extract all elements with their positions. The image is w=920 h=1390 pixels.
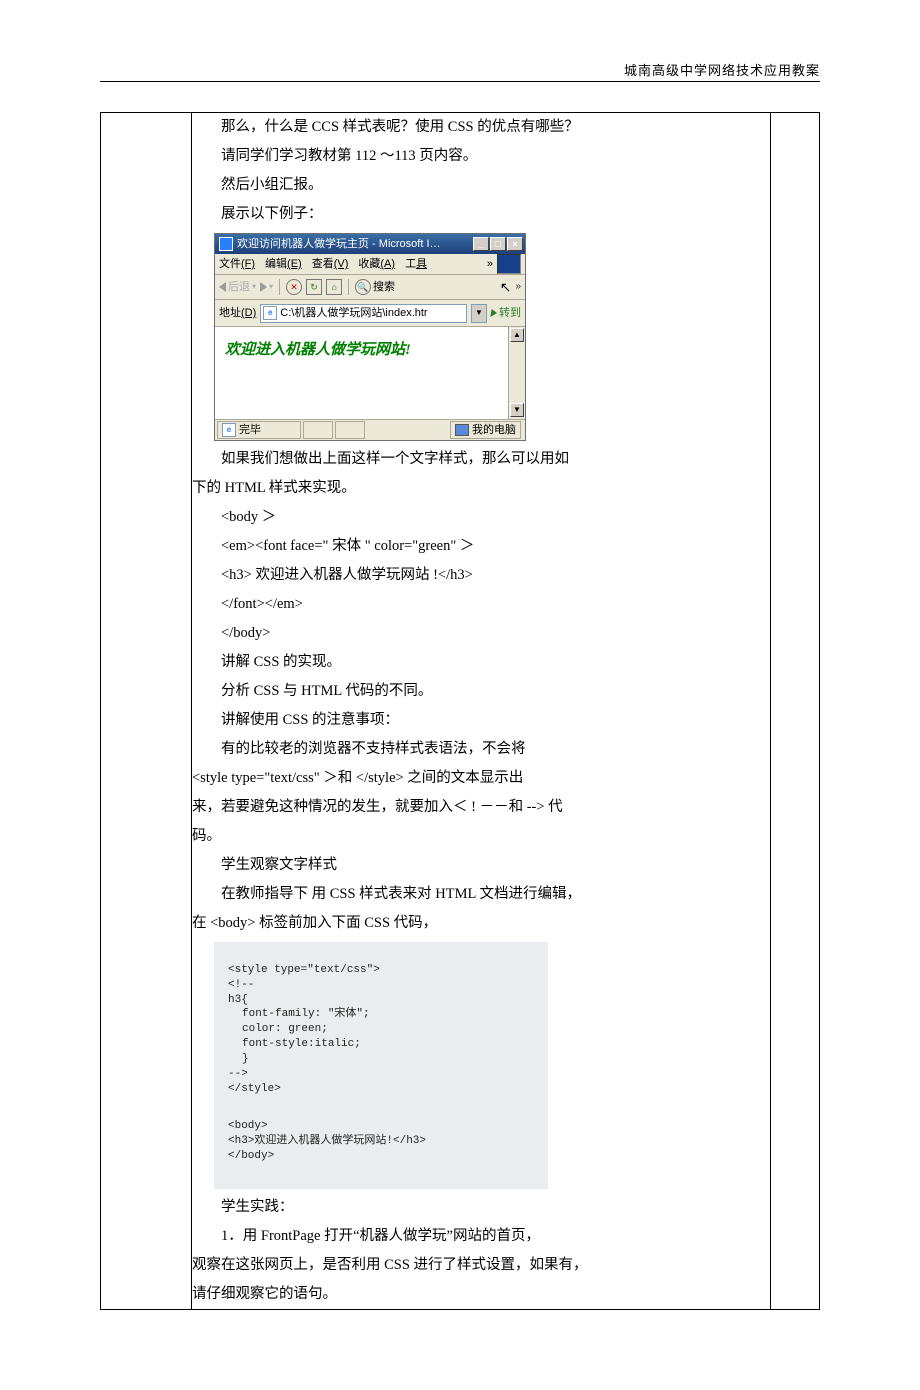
col-right [771, 113, 820, 1310]
code-line: <style type="text/css"> [228, 964, 380, 976]
code-line: </body> [228, 1150, 274, 1162]
paragraph: 讲解使用 CSS 的注意事项： [192, 706, 770, 735]
code-line: h3{ [228, 994, 248, 1006]
code-line: <h3> 欢迎进入机器人做学玩网站 !</h3> [192, 561, 770, 590]
paragraph: 在教师指导下 用 CSS 样式表来对 HTML 文档进行编辑， [192, 880, 770, 909]
code-line: } [228, 1052, 249, 1067]
paragraph: 分析 CSS 与 HTML 代码的不同。 [192, 677, 770, 706]
ie-content-area: 欢迎进入机器人做学玩网站! ▲ ▼ [215, 327, 525, 420]
paragraph: 然后小组汇报。 [192, 171, 770, 200]
arrow-right-icon [260, 282, 267, 292]
stop-icon[interactable]: ✕ [286, 279, 302, 295]
paragraph: 码。 [192, 822, 770, 851]
code-line: </style> [228, 1083, 281, 1095]
welcome-heading: 欢迎进入机器人做学玩网站! [225, 335, 515, 365]
separator [348, 279, 349, 295]
menu-view[interactable]: 查看(V) [312, 253, 349, 275]
close-button[interactable]: × [507, 237, 523, 251]
address-label: 地址(D) [219, 302, 256, 324]
address-input[interactable]: e C:\机器人做学玩网站\index.htr [260, 304, 467, 323]
col-left [101, 113, 192, 1310]
code-line: <!-- [228, 979, 254, 991]
paragraph: 观察在这张网页上，是否利用 CSS 进行了样式设置，如果有， [192, 1251, 770, 1280]
ie-address-bar: 地址(D) e C:\机器人做学玩网站\index.htr ▼ 转到 [215, 300, 525, 327]
home-icon[interactable]: ⌂ [326, 279, 342, 295]
scroll-up-icon[interactable]: ▲ [510, 328, 524, 342]
paragraph: 讲解 CSS 的实现。 [192, 648, 770, 677]
ie-window: 欢迎访问机器人做学玩主页 - Microsoft I… _ □ × 文件(F) … [214, 233, 526, 441]
status-zone: 我的电脑 [450, 421, 521, 439]
ie-title: 欢迎访问机器人做学玩主页 - Microsoft I… [237, 233, 473, 255]
paragraph: <style type="text/css" ＞和 </style> 之间的文本… [192, 764, 770, 793]
paragraph: 学生观察文字样式 [192, 851, 770, 880]
address-dropdown[interactable]: ▼ [471, 304, 487, 323]
code-line: --> [228, 1068, 248, 1080]
code-line: font-family: "宋体"; [228, 1007, 370, 1022]
ie-toolbar: 后退 ▾ ▾ ✕ ↻ ⌂ [215, 275, 525, 300]
menu-favorites[interactable]: 收藏(A) [358, 253, 395, 275]
go-arrow-icon [490, 309, 497, 317]
ie-status-bar: e 完毕 我的电脑 [215, 420, 525, 440]
search-icon: 🔍 [355, 279, 371, 295]
paragraph: 来，若要避免这种情况的发生，就要加入＜ ! －－和 --> 代 [192, 793, 770, 822]
paragraph: 请同学们学习教材第 112 ～113 页内容。 [192, 142, 770, 171]
menu-more[interactable]: » [487, 253, 493, 275]
paragraph: 那么，什么是 CCS 样式表呢？使用 CSS 的优点有哪些？ [192, 113, 770, 142]
ie-throbber-icon [497, 254, 521, 274]
separator [279, 279, 280, 295]
scroll-down-icon[interactable]: ▼ [510, 403, 524, 417]
status-pane [335, 421, 365, 439]
paragraph: 1．用 FrontPage 打开“机器人做学玩”网站的首页， [192, 1222, 770, 1251]
paragraph: 学生实践： [192, 1193, 770, 1222]
code-line: </font></em> [192, 590, 770, 619]
maximize-button[interactable]: □ [490, 237, 506, 251]
code-line: <body> [228, 1120, 268, 1132]
forward-button[interactable]: ▾ [260, 279, 273, 295]
code-line: <body ＞ [192, 503, 770, 532]
header-text: 城南高级中学网络技术应用教案 [624, 63, 820, 78]
paragraph: 下的 HTML 样式来实现。 [192, 474, 770, 503]
col-content: 那么，什么是 CCS 样式表呢？使用 CSS 的优点有哪些？ 请同学们学习教材第… [192, 113, 771, 1310]
scrollbar[interactable]: ▲ ▼ [508, 327, 525, 419]
status-pane [303, 421, 333, 439]
cursor-icon: ↖ [500, 280, 512, 294]
lesson-table: 那么，什么是 CCS 样式表呢？使用 CSS 的优点有哪些？ 请同学们学习教材第… [100, 112, 820, 1310]
menu-tools[interactable]: 工具 [405, 253, 427, 275]
ie-page-icon: e [263, 306, 277, 320]
computer-icon [455, 424, 469, 436]
paragraph: 有的比较老的浏览器不支持样式表语法，不会将 [192, 735, 770, 764]
ie-page-icon: e [222, 423, 236, 437]
css-code-block: <style type="text/css"> <!-- h3{ font-fa… [214, 942, 548, 1189]
status-done: e 完毕 [217, 421, 301, 439]
menu-file[interactable]: 文件(F) [219, 253, 255, 275]
ie-app-icon [219, 237, 233, 251]
arrow-left-icon [219, 282, 226, 292]
paragraph: 展示以下例子： [192, 200, 770, 229]
code-line: font-style:italic; [228, 1037, 361, 1052]
refresh-icon[interactable]: ↻ [306, 279, 322, 295]
menu-edit[interactable]: 编辑(E) [265, 253, 302, 275]
code-line: color: green; [228, 1022, 328, 1037]
go-button[interactable]: 转到 [491, 302, 521, 324]
ie-menubar: 文件(F) 编辑(E) 查看(V) 收藏(A) 工具 » [215, 254, 525, 275]
back-button[interactable]: 后退 ▾ [219, 276, 256, 298]
paragraph: 在 <body> 标签前加入下面 CSS 代码， [192, 909, 770, 938]
search-button[interactable]: 🔍 搜索 [355, 276, 395, 298]
address-value: C:\机器人做学玩网站\index.htr [280, 304, 427, 323]
code-line: <em><font face=" 宋体 " color="green" ＞ [192, 532, 770, 561]
code-line: <h3>欢迎进入机器人做学玩网站!</h3> [228, 1135, 426, 1147]
paragraph: 如果我们想做出上面这样一个文字样式，那么可以用如 [192, 445, 770, 474]
code-line: </body> [192, 619, 770, 648]
paragraph: 请仔细观察它的语句。 [192, 1280, 770, 1309]
minimize-button[interactable]: _ [473, 237, 489, 251]
ie-titlebar[interactable]: 欢迎访问机器人做学玩主页 - Microsoft I… _ □ × [215, 234, 525, 254]
toolbar-more[interactable]: » [515, 277, 521, 297]
page-header: 城南高级中学网络技术应用教案 [100, 60, 820, 82]
